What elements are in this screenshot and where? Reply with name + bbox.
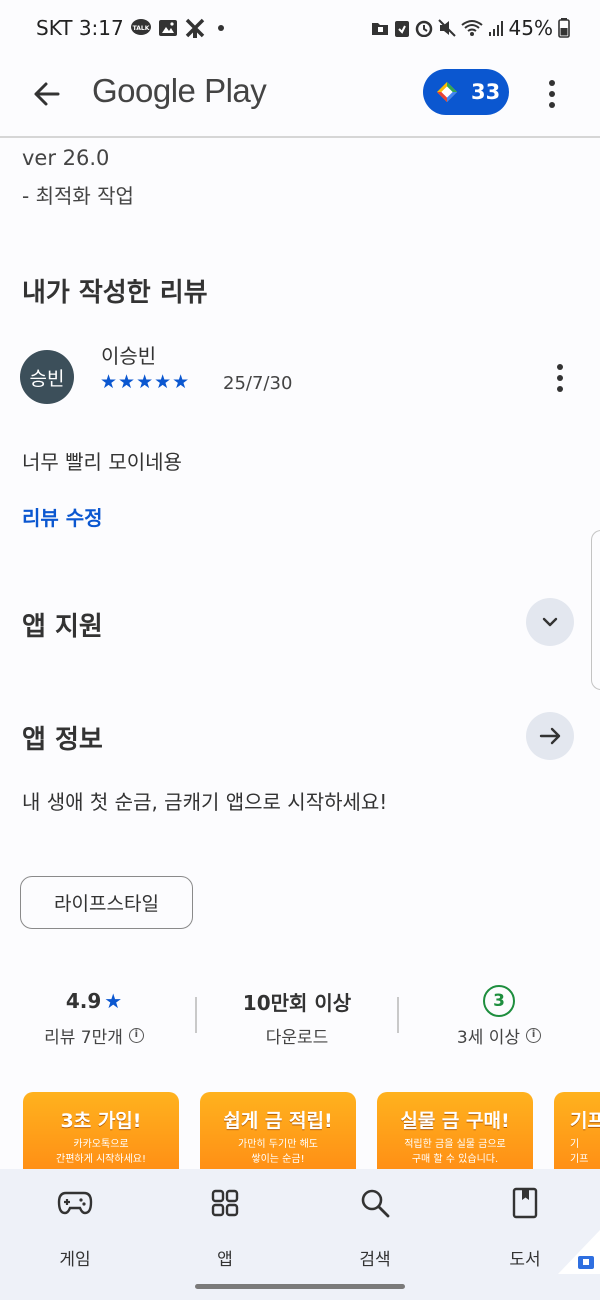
stat-divider [195,997,197,1033]
screenshot-sub: 기프 [570,1154,589,1165]
reviews-count: 리뷰 7만개 [44,1028,123,1048]
search-icon [361,1189,390,1218]
reviewer-name: 이승빈 [101,344,157,368]
nav-apps-label: 앱 [217,1250,233,1270]
status-bar: SKT 3:17 TALK 45% [0,0,600,58]
carrier-time: SKT 3:17 [36,16,124,40]
status-right: 45% [371,16,570,40]
screenshot-card[interactable]: 기프 기 기프 [554,1092,600,1170]
age-badge: 3 [483,985,515,1017]
screenshot-sub: 카카오톡으로 [73,1139,129,1150]
my-review-title: 내가 작성한 리뷰 [22,278,208,308]
screenshot-sub: 적립한 금을 실물 금으로 [404,1139,506,1150]
folder-lock-icon [371,23,388,35]
apps-grid-icon [211,1189,239,1217]
signal-icon [488,21,503,36]
app-bar: Google Play 33 [0,58,600,138]
arrow-right-icon [539,727,561,745]
screenshot-heading: 3초 가입! [60,1110,142,1132]
screenshot-heading: 실물 금 구매! [400,1110,510,1132]
screenshot-sub: 구매 할 수 있습니다. [411,1154,499,1165]
nav-search-label: 검색 [359,1250,391,1270]
battery-percent: 45% [508,16,553,40]
home-gesture-bar[interactable] [195,1284,405,1289]
version-label: ver 26.0 [22,146,110,170]
rating-stat[interactable]: 4.9 ★ 리뷰 7만개 i [4,985,184,1048]
review-date: 25/7/30 [223,373,293,394]
back-arrow-icon[interactable] [28,74,68,114]
talk-icon: TALK [130,19,151,35]
mute-icon [437,19,456,37]
screenshot-card[interactable]: 3초 가입! 카카오톡으로 간편하게 시작하세요! [23,1092,179,1170]
wifi-icon [460,20,483,36]
screenshot-card[interactable]: 실물 금 구매! 적립한 금을 실물 금으로 구매 할 수 있습니다. [377,1092,533,1170]
windmill-icon [185,18,204,38]
app-info-title[interactable]: 앱 정보 [22,719,103,756]
avatar: 승빈 [20,350,74,404]
app-support-title[interactable]: 앱 지원 [22,606,103,643]
play-points-icon [437,82,457,102]
alarm-icon [415,20,432,37]
age-rating-stat[interactable]: 3 3세 이상 i [409,985,589,1048]
nav-games-label: 게임 [59,1250,91,1270]
info-icon: i [128,1028,144,1043]
gallery-icon [158,20,177,36]
bottom-nav: 게임 앱 검색 도서 [0,1169,600,1300]
screenshot-card[interactable]: 쉽게 금 적립! 가만히 두기만 해도 쌓이는 순금! [200,1092,356,1170]
rating-star-icon: ★ [104,989,123,1013]
nav-apps[interactable]: 앱 [175,1185,275,1270]
screenshot-sub: 쌓이는 순금! [251,1154,305,1165]
star-rating: ★★★★★ [100,371,191,393]
gamepad-icon [57,1191,93,1215]
scroll-handle[interactable] [591,530,600,690]
review-more-icon[interactable] [548,360,572,396]
stat-divider [397,997,399,1033]
edit-review-link[interactable]: 리뷰 수정 [22,502,103,531]
screenshot-heading: 쉽게 금 적립! [223,1110,333,1132]
downloads-label: 다운로드 [265,1028,329,1048]
rating-value: 4.9 [65,989,102,1013]
battery-icon [558,18,570,38]
play-points-count: 33 [471,80,501,104]
app-description: 내 생애 첫 순금, 금캐기 앱으로 시작하세요! [22,790,388,814]
notification-dot [217,25,224,31]
screenshot-sub: 간편하게 시작하세요! [56,1154,146,1165]
nav-games[interactable]: 게임 [25,1185,125,1270]
screenshot-heading: 기프 [570,1110,600,1132]
downloads-value: 10만회 이상 [242,990,352,1015]
version-note: - 최적화 작업 [22,184,134,208]
downloads-stat: 10만회 이상 다운로드 [207,985,387,1049]
more-vert-icon[interactable] [540,74,564,114]
status-left: SKT 3:17 TALK [36,16,224,40]
clipboard-icon [394,21,409,37]
app-title: Google Play [92,72,267,109]
app-support-expand-button[interactable] [526,598,574,646]
screenshot-carousel[interactable]: 3초 가입! 카카오톡으로 간편하게 시작하세요! 쉽게 금 적립! 가만히 두… [0,1092,600,1170]
play-points-button[interactable]: 33 [423,69,509,115]
info-icon: i [526,1028,542,1043]
age-label: 3세 이상 [456,1028,521,1048]
screenshot-sub: 가만히 두기만 해도 [238,1139,318,1150]
screenshot-sub: 기 [570,1139,580,1150]
book-icon [512,1187,538,1219]
secure-folder-icon [558,1230,600,1274]
chevron-down-icon [542,617,558,627]
review-text: 너무 빨리 모이네용 [22,450,182,474]
app-info-open-button[interactable] [526,712,574,760]
category-chip[interactable]: 라이프스타일 [20,876,193,929]
nav-search[interactable]: 검색 [325,1185,425,1270]
talk-badge: TALK [132,25,149,32]
